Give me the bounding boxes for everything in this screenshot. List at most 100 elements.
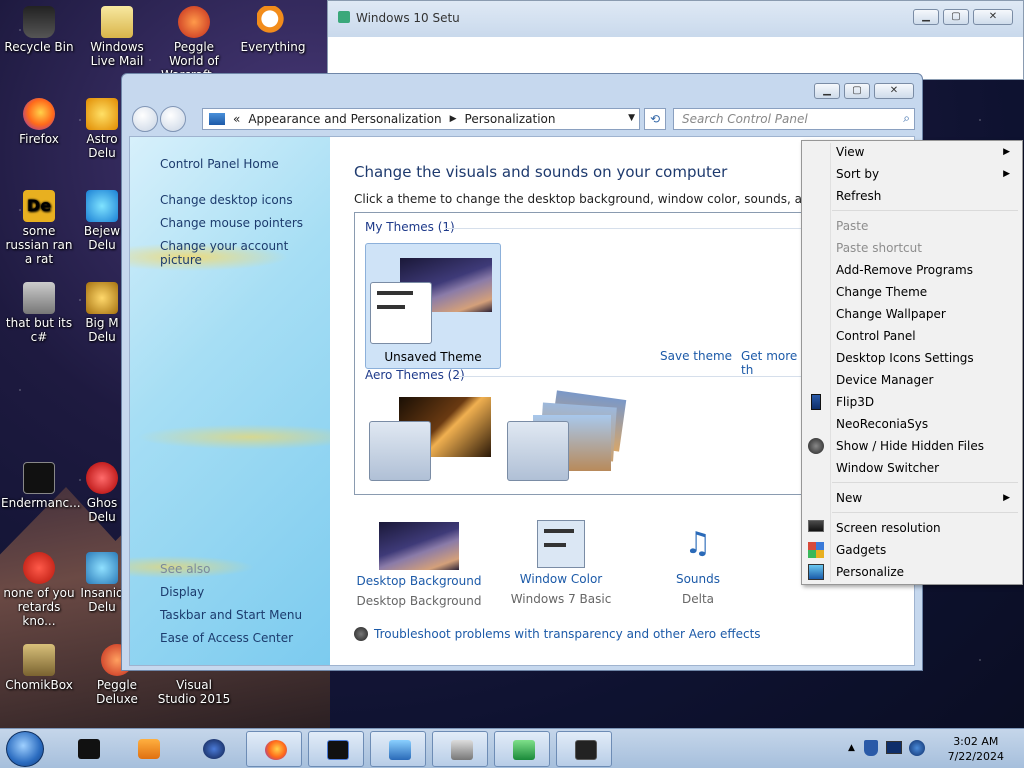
menu-item-show-hide-hidden-files[interactable]: Show / Hide Hidden Files <box>836 436 1018 456</box>
get-more-themes-link[interactable]: Get more th <box>741 349 803 377</box>
desktop-icon-bejeweled[interactable]: Bejew Delu <box>80 190 124 252</box>
window-color-button[interactable]: Window Color Windows 7 Basic <box>491 520 631 606</box>
taskbar-app-keyboard[interactable] <box>432 731 488 767</box>
search-input[interactable]: Search Control Panel ⌕ <box>673 108 915 130</box>
clock[interactable]: 3:02 AM 7/22/2024 <box>948 734 1004 764</box>
volume-icon[interactable] <box>909 740 925 756</box>
taskbar-monitor-app[interactable] <box>308 731 364 767</box>
breadcrumb-personalization[interactable]: Personalization <box>465 112 556 126</box>
menu-item-flip3d[interactable]: Flip3D <box>836 392 1018 412</box>
menu-label: Add-Remove Programs <box>836 263 973 277</box>
sidebar-change-desktop-icons[interactable]: Change desktop icons <box>160 193 293 207</box>
background-window-titlebar[interactable]: Windows 10 Setu ▁ ▢ ✕ <box>328 1 1023 37</box>
forward-button[interactable] <box>160 106 186 132</box>
music-notes-icon: ♫ <box>684 526 712 561</box>
desktop-icon-endermanch[interactable]: Endermanc... <box>1 462 81 510</box>
window-content: Control Panel Home Change desktop icons … <box>129 136 915 666</box>
desktop-icon-everything[interactable]: Everything <box>235 6 311 54</box>
sounds-label: Sounds <box>675 572 721 586</box>
taskbar-app-green[interactable] <box>494 731 550 767</box>
icon-label: Everything <box>240 40 306 54</box>
desktop-icon-windows-live-mail[interactable]: Windows Live Mail <box>79 6 155 68</box>
desktop-icon-none-of-you[interactable]: none of you retards kno... <box>1 552 77 628</box>
sidebar-change-account-picture[interactable]: Change your account picture <box>160 239 330 267</box>
desktop-icon-firefox[interactable]: Firefox <box>1 98 77 146</box>
menu-item-neoreconiasys[interactable]: NeoReconiaSys <box>836 414 1018 434</box>
network-icon[interactable] <box>886 741 902 754</box>
sidebar-ease-of-access[interactable]: Ease of Access Center <box>160 631 293 645</box>
save-theme-link[interactable]: Save theme <box>660 349 732 363</box>
menu-label: Show / Hide Hidden Files <box>836 439 984 453</box>
sidebar-display[interactable]: Display <box>160 585 204 599</box>
start-button[interactable] <box>6 731 44 767</box>
taskbar-app-1[interactable] <box>60 731 116 767</box>
menu-item-sort-by[interactable]: Sort by ▶ <box>836 164 1018 184</box>
desktop-icon-recycle-bin[interactable]: Recycle Bin <box>1 6 77 54</box>
search-icon[interactable]: ⌕ <box>903 111 910 126</box>
desktop-icon-big-money[interactable]: Big M Delu <box>80 282 124 344</box>
close-button[interactable]: ✕ <box>973 9 1013 25</box>
menu-item-control-panel[interactable]: Control Panel <box>836 326 1018 346</box>
desktop-icon-astro[interactable]: Astro Delu <box>80 98 124 160</box>
back-button[interactable] <box>132 106 158 132</box>
desktop-icon-peggle-wow[interactable]: Peggle World of Warcraft ... <box>156 6 232 82</box>
theme-aero-2[interactable] <box>503 385 633 494</box>
icon-label: Bejew Delu <box>83 224 121 252</box>
ghost-icon <box>86 462 118 494</box>
terminal-icon <box>23 462 55 494</box>
menu-item-desktop-icons-settings[interactable]: Desktop Icons Settings <box>836 348 1018 368</box>
maximize-button[interactable]: ▢ <box>943 9 969 25</box>
menu-item-change-wallpaper[interactable]: Change Wallpaper <box>836 304 1018 324</box>
menu-item-personalize[interactable]: Personalize <box>836 562 1018 582</box>
refresh-button[interactable]: ⟲ <box>644 108 666 130</box>
menu-separator <box>832 512 1018 513</box>
taskbar-app-globe[interactable] <box>185 731 241 767</box>
theme-aero-1[interactable] <box>365 393 495 493</box>
menu-item-paste-shortcut: Paste shortcut <box>836 238 1018 258</box>
sidebar-taskbar-start-menu[interactable]: Taskbar and Start Menu <box>160 608 302 622</box>
window-color-icon <box>537 520 585 568</box>
desktop-icon-insaniquarium[interactable]: Insaniq Delu <box>80 552 124 614</box>
theme-unsaved-label: Unsaved Theme <box>384 350 482 364</box>
sidebar-control-panel-home[interactable]: Control Panel Home <box>160 157 279 171</box>
menu-item-view[interactable]: View ▶ <box>836 142 1018 162</box>
theme-unsaved[interactable]: Unsaved Theme <box>365 243 501 369</box>
close-button[interactable]: ✕ <box>874 83 914 99</box>
taskbar-media-player[interactable] <box>120 731 176 767</box>
menu-item-window-switcher[interactable]: Window Switcher <box>836 458 1018 478</box>
taskbar-firefox[interactable] <box>246 731 302 767</box>
menu-item-screen-resolution[interactable]: Screen resolution <box>836 518 1018 538</box>
minimize-button[interactable]: ▁ <box>913 9 939 25</box>
bird-icon <box>23 552 55 584</box>
minimize-button[interactable]: ▁ <box>814 83 840 99</box>
desktop-icon-ghost[interactable]: Ghos Delu <box>80 462 124 524</box>
sidebar-change-mouse-pointers[interactable]: Change mouse pointers <box>160 216 303 230</box>
maximize-button[interactable]: ▢ <box>844 83 870 99</box>
taskbar-app-screen[interactable] <box>556 731 612 767</box>
menu-item-change-theme[interactable]: Change Theme <box>836 282 1018 302</box>
menu-item-device-manager[interactable]: Device Manager <box>836 370 1018 390</box>
address-bar[interactable]: « Appearance and Personalization ▶ Perso… <box>202 108 640 130</box>
desktop-background-button[interactable]: Desktop Background Desktop Background <box>349 522 489 608</box>
breadcrumb-appearance[interactable]: Appearance and Personalization <box>248 112 441 126</box>
chevron-down-icon[interactable]: ▼ <box>628 113 635 123</box>
background-window-title: Windows 10 Setu <box>356 11 460 25</box>
sounds-button[interactable]: ♫ Sounds Delta <box>628 520 768 606</box>
troubleshoot-link[interactable]: Troubleshoot problems with transparency … <box>374 627 761 641</box>
tray-expand-icon[interactable]: ▲ <box>848 743 855 753</box>
menu-item-gadgets[interactable]: Gadgets <box>836 540 1018 560</box>
shield-icon[interactable] <box>864 740 878 756</box>
menu-separator <box>832 210 1018 211</box>
menu-item-new[interactable]: New ▶ <box>836 488 1018 508</box>
desktop-icon-russian-rat[interactable]: De some russian ran a rat <box>1 190 77 266</box>
menu-item-refresh[interactable]: Refresh <box>836 186 1018 206</box>
background-window[interactable]: Windows 10 Setu ▁ ▢ ✕ <box>327 0 1024 80</box>
theme-list[interactable]: My Themes (1) Unsaved Theme Save theme G… <box>354 212 804 495</box>
menu-separator <box>832 482 1018 483</box>
taskbar-control-panel[interactable] <box>370 731 426 767</box>
desktop-icon-csharp[interactable]: that but its c# <box>1 282 77 344</box>
desktop-icon-chomikbox[interactable]: ChomikBox <box>1 644 77 692</box>
breadcrumb-overflow[interactable]: « <box>233 112 240 126</box>
menu-item-add-remove-programs[interactable]: Add-Remove Programs <box>836 260 1018 280</box>
menu-label: Refresh <box>836 189 882 203</box>
